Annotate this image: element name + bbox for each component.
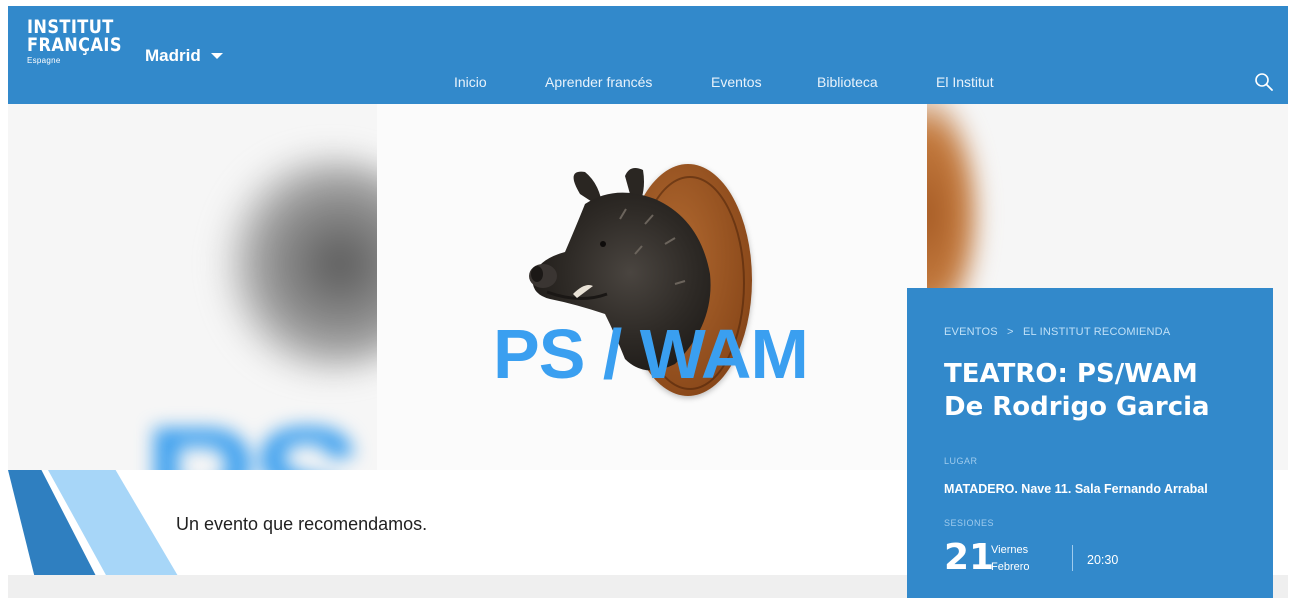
blurred-title-text: PS [143,389,364,470]
site-header: INSTITUT FRANÇAIS Espagne Madrid Inicio … [8,6,1288,104]
blurred-boar-image [208,154,378,374]
page: INSTITUT FRANÇAIS Espagne Madrid Inicio … [8,6,1288,598]
hero-image[interactable]: PS / WAM [377,104,927,470]
session-time: 20:30 [1087,553,1119,567]
sesiones-label: SESIONES [944,518,995,528]
nav-item-el-institut[interactable]: El Institut [936,74,994,90]
logo-line-2: FRANÇAIS [27,34,122,57]
nav-item-eventos[interactable]: Eventos [711,74,762,90]
session-day: 21 [944,537,995,578]
chevron-down-icon [210,53,223,59]
event-title-line-1: TEATRO: PS/WAM [944,359,1198,389]
institut-logo[interactable]: INSTITUT FRANÇAIS Espagne [27,17,139,66]
nav-item-inicio[interactable]: Inicio [454,74,487,90]
hero-tagline: Un evento que recomendamos. [176,514,428,534]
lugar-label: LUGAR [944,456,978,466]
nav-item-aprender-frances[interactable]: Aprender francés [545,74,652,90]
nav-item-biblioteca[interactable]: Biblioteca [817,74,878,90]
breadcrumb-eventos[interactable]: EVENTOS [944,326,998,338]
hero-title: PS / WAM [493,315,809,393]
event-card: EVENTOS > EL INSTITUT RECOMIENDA TEATRO:… [907,288,1273,598]
event-title: TEATRO: PS/WAM De Rodrigo Garcia [944,358,1264,424]
session-weekday: Viernes [991,544,1029,556]
breadcrumb-separator: > [1007,326,1014,338]
session-divider [1072,545,1073,571]
session-item[interactable]: 21 Viernes Febrero 20:30 [944,539,1244,579]
event-venue: MATADERO. Nave 11. Sala Fernando Arrabal [944,482,1208,496]
search-icon [1255,73,1273,91]
logo-line-3: Espagne [27,56,61,66]
search-button[interactable] [1254,72,1274,92]
city-label: Madrid [145,46,201,65]
event-title-line-2: De Rodrigo Garcia [944,392,1210,422]
hero-blur-left: PS [8,104,378,470]
breadcrumb-el-institut-recomienda[interactable]: EL INSTITUT RECOMIENDA [1023,326,1170,338]
city-selector[interactable]: Madrid [145,46,223,66]
breadcrumb: EVENTOS > EL INSTITUT RECOMIENDA [944,326,1170,338]
session-month: Febrero [991,561,1030,573]
